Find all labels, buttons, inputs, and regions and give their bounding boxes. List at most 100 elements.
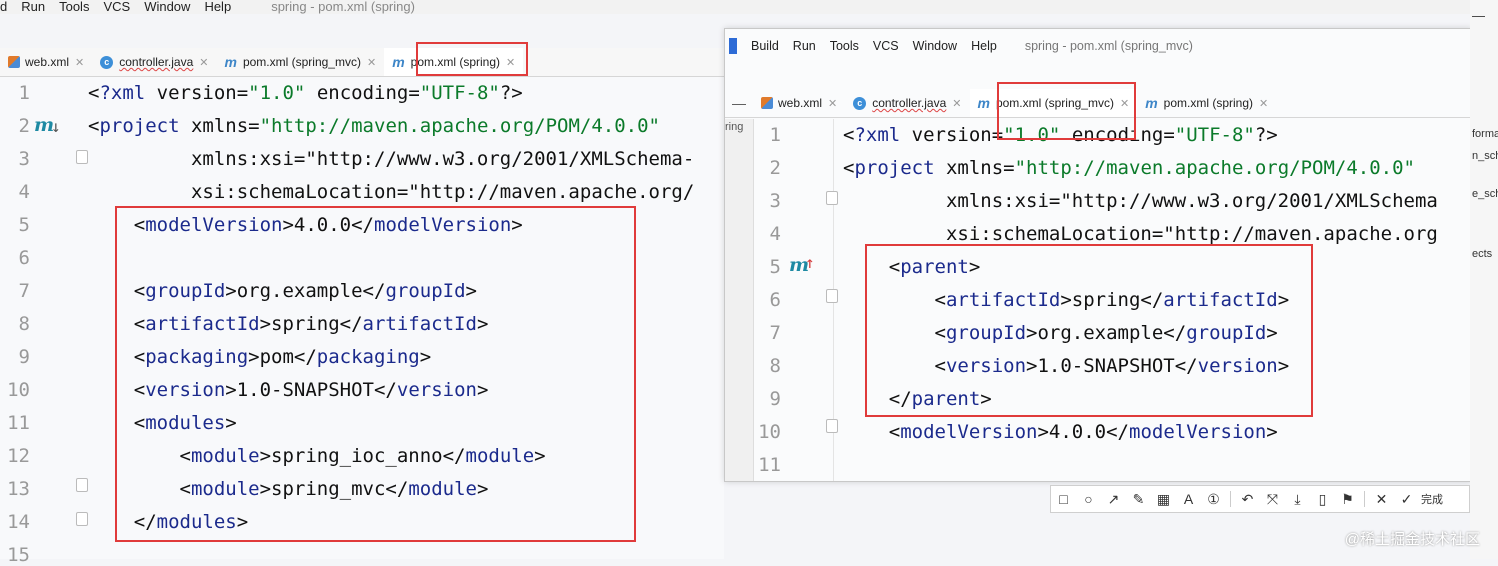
- tab-label: controller.java: [872, 96, 947, 110]
- tab-controller-java[interactable]: c controller.java ✕: [92, 48, 216, 76]
- tab-web-xml[interactable]: web.xml ✕: [753, 89, 845, 117]
- close-icon[interactable]: ✕: [367, 56, 376, 69]
- ellipse-icon[interactable]: ○: [1076, 491, 1101, 507]
- line-number: 3: [18, 148, 30, 170]
- left-menubar: d Run Tools VCS Window Help spring - pom…: [0, 0, 1498, 14]
- arrow-up-icon: ↑: [805, 253, 815, 272]
- menu-item-vcs[interactable]: VCS: [873, 39, 899, 53]
- xml-file-icon: [8, 56, 20, 68]
- code-line[interactable]: <modelVersion>4.0.0</modelVersion>: [843, 421, 1278, 443]
- rectangle-icon[interactable]: □: [1051, 491, 1076, 507]
- window-title: spring - pom.xml (spring): [271, 0, 415, 14]
- maven-icon: m: [977, 95, 990, 111]
- tab-label: pom.xml (spring_mvc): [242, 55, 361, 69]
- code-line[interactable]: xsi:schemaLocation="http://maven.apache.…: [843, 223, 1438, 245]
- menu-item-window[interactable]: Window: [144, 0, 190, 13]
- line-number: 1: [769, 124, 781, 146]
- menu-item-help[interactable]: Help: [971, 39, 997, 53]
- menu-item-run[interactable]: Run: [21, 0, 45, 13]
- collapse-icon[interactable]: —: [725, 95, 753, 111]
- fragment-text: forma: [1472, 128, 1498, 140]
- minimize-icon[interactable]: —: [1472, 8, 1485, 23]
- line-number: 3: [769, 190, 781, 212]
- undo-icon[interactable]: ↶: [1235, 491, 1260, 508]
- line-number: 4: [18, 181, 30, 203]
- line-number: 4: [769, 223, 781, 245]
- window-title: spring - pom.xml (spring_mvc): [1024, 39, 1193, 53]
- fold-marker-icon[interactable]: [826, 419, 838, 433]
- line-number: 11: [758, 454, 781, 476]
- done-button[interactable]: 完成: [1421, 491, 1443, 507]
- bookmark-icon[interactable]: ⚑: [1335, 491, 1360, 508]
- line-number: 7: [18, 280, 30, 302]
- code-line[interactable]: <project xmlns="http://maven.apache.org/…: [843, 157, 1415, 179]
- highlight-box-tab-spring-mvc: [997, 82, 1136, 140]
- cancel-icon[interactable]: ✕: [1369, 491, 1394, 508]
- java-class-icon: c: [100, 55, 114, 69]
- maven-icon: m: [224, 54, 237, 70]
- line-number: 11: [7, 412, 30, 434]
- fold-marker-icon[interactable]: [76, 478, 88, 492]
- highlight-box-left-code: [115, 206, 636, 542]
- line-number: 8: [18, 313, 30, 335]
- close-icon[interactable]: ✕: [952, 97, 961, 110]
- far-right-panel: — forma n_sche e_sch ects: [1470, 0, 1498, 559]
- menu-item-run[interactable]: Run: [793, 39, 816, 53]
- line-number: 13: [7, 478, 30, 500]
- fragment-text: ects: [1472, 248, 1493, 260]
- menu-item-tools[interactable]: Tools: [830, 39, 859, 53]
- close-icon[interactable]: ✕: [828, 97, 837, 110]
- menu-item-tools[interactable]: Tools: [59, 0, 89, 13]
- download-icon[interactable]: ⤓: [1285, 491, 1310, 508]
- close-icon[interactable]: ✕: [75, 56, 84, 69]
- java-class-icon: c: [853, 96, 867, 110]
- line-number: 7: [769, 322, 781, 344]
- watermark: @稀土掘金技术社区: [1344, 531, 1480, 548]
- arrow-icon[interactable]: ↗: [1101, 491, 1126, 508]
- mosaic-icon[interactable]: ▦: [1151, 491, 1176, 508]
- tab-web-xml[interactable]: web.xml ✕: [0, 48, 92, 76]
- confirm-icon[interactable]: ✓: [1394, 491, 1419, 508]
- tab-label: pom.xml (spring): [1163, 96, 1254, 110]
- fold-marker-icon[interactable]: [76, 512, 88, 526]
- menu-item-window[interactable]: Window: [913, 39, 957, 53]
- sidebar-text: ring: [725, 121, 744, 133]
- menu-item-help[interactable]: Help: [204, 0, 231, 13]
- xml-file-icon: [761, 97, 773, 109]
- number-icon[interactable]: ①: [1201, 491, 1226, 508]
- fragment-text: e_sch: [1472, 188, 1498, 200]
- line-number: 15: [7, 544, 30, 566]
- tab-controller-java[interactable]: c controller.java ✕: [845, 89, 969, 117]
- fragment-text: n_sche: [1472, 150, 1498, 162]
- pin-icon[interactable]: ⤧: [1260, 491, 1285, 508]
- code-line[interactable]: xsi:schemaLocation="http://maven.apache.…: [88, 181, 694, 203]
- line-number: 6: [769, 289, 781, 311]
- menu-item-d[interactable]: d: [0, 0, 7, 13]
- copy-icon[interactable]: ▯: [1310, 491, 1335, 508]
- menu-item-build[interactable]: Build: [751, 39, 779, 53]
- text-icon[interactable]: A: [1176, 491, 1201, 507]
- left-gutter: 1 2 3 4 5 6 7 8 9 10 11 12 13 14 15: [0, 77, 86, 566]
- fold-marker-icon[interactable]: [76, 150, 88, 164]
- close-icon[interactable]: ✕: [1259, 97, 1268, 110]
- code-line[interactable]: <?xml version="1.0" encoding="UTF-8"?>: [88, 82, 523, 104]
- close-icon[interactable]: ✕: [199, 56, 208, 69]
- line-number: 2: [769, 157, 781, 179]
- pen-icon[interactable]: ✎: [1126, 491, 1151, 508]
- line-number: 5: [18, 214, 30, 236]
- code-line[interactable]: xmlns:xsi="http://www.w3.org/2001/XMLSch…: [88, 148, 694, 170]
- fold-marker-icon[interactable]: [826, 191, 838, 205]
- line-number: 1: [18, 82, 30, 104]
- tab-pom-spring[interactable]: m pom.xml (spring) ✕: [1137, 89, 1276, 117]
- code-line[interactable]: <project xmlns="http://maven.apache.org/…: [88, 115, 660, 137]
- fold-marker-icon[interactable]: [826, 289, 838, 303]
- menu-item-vcs[interactable]: VCS: [103, 0, 130, 13]
- arrow-down-icon: ↓: [51, 117, 61, 136]
- line-number: 14: [7, 511, 30, 533]
- screenshot-annotation-toolbar: □ ○ ↗ ✎ ▦ A ① ↶ ⤧ ⤓ ▯ ⚑ ✕ ✓ 完成: [1050, 485, 1470, 513]
- code-line[interactable]: xmlns:xsi="http://www.w3.org/2001/XMLSch…: [843, 190, 1438, 212]
- right-menubar: Build Run Tools VCS Window Help spring -…: [725, 29, 1471, 63]
- tab-pom-spring-mvc[interactable]: m pom.xml (spring_mvc) ✕: [217, 48, 385, 76]
- maven-icon: m: [392, 54, 405, 70]
- line-number: 9: [769, 388, 781, 410]
